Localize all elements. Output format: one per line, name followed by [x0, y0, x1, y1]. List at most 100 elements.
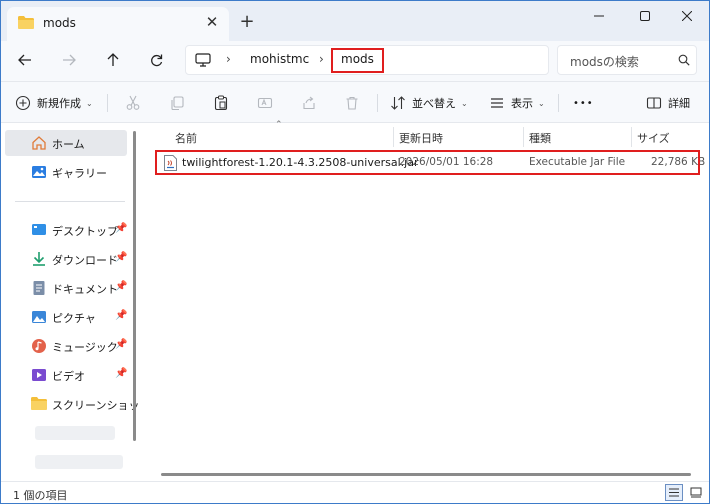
refresh-icon	[150, 54, 162, 66]
view-button[interactable]: 表示 ⌄	[489, 92, 545, 114]
tab-close-icon[interactable]: ✕	[203, 13, 221, 31]
up-button[interactable]	[99, 47, 127, 73]
search-icon	[678, 54, 690, 66]
paste-button[interactable]	[213, 92, 229, 114]
arrow-right-icon	[63, 54, 76, 66]
pin-icon[interactable]: 📌	[115, 339, 127, 350]
details-pane-icon	[646, 97, 662, 109]
sidebar-scrollbar[interactable]	[133, 131, 136, 441]
sidebar-label: デスクトップ	[52, 225, 118, 238]
navigation-pane: ホーム ギャラリー デスクトップ 📌 ダウンロード 📌 ドキュメント 📌 ピクチ…	[1, 123, 150, 481]
column-header-size[interactable]: サイズ	[637, 130, 670, 146]
maximize-icon	[640, 11, 650, 21]
delete-button[interactable]	[344, 92, 360, 114]
pin-icon[interactable]: 📌	[115, 252, 127, 263]
share-button[interactable]	[301, 92, 317, 114]
tab-mods[interactable]: mods ✕	[7, 7, 229, 41]
refresh-button[interactable]	[142, 47, 170, 73]
sort-button-label: 並べ替え	[412, 97, 456, 110]
blurred-folder-item	[35, 455, 123, 469]
column-divider[interactable]	[523, 127, 524, 147]
clipboard-icon	[214, 95, 228, 111]
file-highlight-box	[155, 150, 700, 175]
chevron-down-icon: ⌄	[538, 98, 545, 108]
new-tab-button[interactable]: +	[238, 13, 256, 31]
rename-icon	[257, 97, 273, 109]
details-pane-button[interactable]: 詳細	[646, 92, 690, 114]
video-icon	[32, 369, 46, 381]
sidebar-label: ホーム	[52, 138, 85, 151]
gallery-icon	[32, 166, 46, 178]
breadcrumb-mods[interactable]: mods	[341, 52, 374, 66]
rename-button[interactable]	[257, 92, 273, 114]
column-header-name[interactable]: 名前	[175, 130, 197, 146]
pin-icon[interactable]: 📌	[115, 368, 127, 379]
close-button[interactable]	[665, 1, 709, 31]
sidebar-label: ダウンロード	[52, 254, 118, 267]
document-icon	[33, 281, 45, 295]
view-button-label: 表示	[511, 97, 533, 110]
breadcrumb-separator: ›	[319, 52, 324, 66]
details-view-button[interactable]	[665, 484, 683, 501]
horizontal-scrollbar[interactable]	[161, 473, 691, 476]
cut-button[interactable]	[125, 92, 141, 114]
more-options-button[interactable]: •••	[573, 92, 594, 114]
copy-button[interactable]	[169, 92, 185, 114]
toolbar-divider	[558, 94, 559, 112]
address-bar[interactable]: › mohistmc › mods	[185, 45, 549, 75]
pin-icon[interactable]: 📌	[115, 310, 127, 321]
forward-button[interactable]	[55, 47, 83, 73]
pin-icon[interactable]: 📌	[115, 281, 127, 292]
new-button[interactable]: 新規作成 ⌄	[15, 92, 93, 114]
sidebar-item-blurred[interactable]	[5, 449, 127, 475]
sidebar-label: ピクチャ	[52, 312, 96, 325]
search-box[interactable]: modsの検索	[557, 45, 697, 75]
column-header-type[interactable]: 種類	[529, 130, 551, 146]
sidebar-item-gallery[interactable]: ギャラリー	[5, 159, 127, 185]
more-options-icon: •••	[573, 97, 594, 109]
column-divider[interactable]	[631, 127, 632, 147]
sidebar-item-pictures[interactable]: ピクチャ 📌	[5, 304, 127, 330]
sidebar-item-downloads[interactable]: ダウンロード 📌	[5, 246, 127, 272]
sidebar-item-videos[interactable]: ビデオ 📌	[5, 362, 127, 388]
picture-icon	[32, 311, 46, 323]
sidebar-divider	[15, 201, 125, 202]
sidebar-item-desktop[interactable]: デスクトップ 📌	[5, 217, 127, 243]
pin-icon[interactable]: 📌	[115, 223, 127, 234]
music-icon	[32, 339, 46, 353]
plus-circle-icon	[15, 95, 31, 111]
sidebar-item-music[interactable]: ミュージック 📌	[5, 333, 127, 359]
download-icon	[33, 252, 45, 266]
maximize-button[interactable]	[623, 1, 667, 31]
sidebar-label: ビデオ	[52, 370, 85, 383]
column-header-modified[interactable]: 更新日時	[399, 130, 443, 146]
scissors-icon	[126, 95, 140, 110]
column-divider[interactable]	[393, 127, 394, 147]
command-bar: 新規作成 ⌄ 並べ替え ⌄ 表示 ⌄ ••• 詳細	[1, 81, 709, 123]
tab-title: mods	[43, 16, 76, 30]
minimize-button[interactable]	[577, 1, 621, 31]
folder-icon	[31, 397, 47, 410]
sidebar-item-blurred[interactable]	[5, 420, 127, 446]
back-button[interactable]	[11, 47, 39, 73]
share-icon	[303, 96, 315, 110]
sort-button[interactable]: 並べ替え ⌄	[390, 92, 468, 114]
item-count: 1 個の項目	[13, 489, 68, 502]
arrow-left-icon	[18, 54, 31, 66]
sidebar-label: ギャラリー	[52, 167, 107, 180]
close-icon	[682, 11, 692, 21]
view-list-icon	[491, 98, 503, 108]
sidebar-label: ドキュメント	[52, 283, 118, 296]
sidebar-item-documents[interactable]: ドキュメント 📌	[5, 275, 127, 301]
sidebar-item-home[interactable]: ホーム	[5, 130, 127, 156]
search-input[interactable]: modsの検索	[570, 53, 639, 70]
chevron-down-icon: ⌄	[86, 98, 93, 108]
sort-icon	[391, 96, 405, 110]
new-button-label: 新規作成	[37, 97, 81, 110]
tiles-view-button[interactable]	[687, 484, 705, 501]
breadcrumb-mohistmc[interactable]: mohistmc	[250, 52, 309, 66]
address-row: › mohistmc › mods modsの検索	[1, 41, 709, 81]
folder-icon	[18, 16, 34, 29]
sidebar-item-screenshots[interactable]: スクリーンショット	[5, 391, 150, 417]
desktop-icon	[32, 224, 46, 235]
